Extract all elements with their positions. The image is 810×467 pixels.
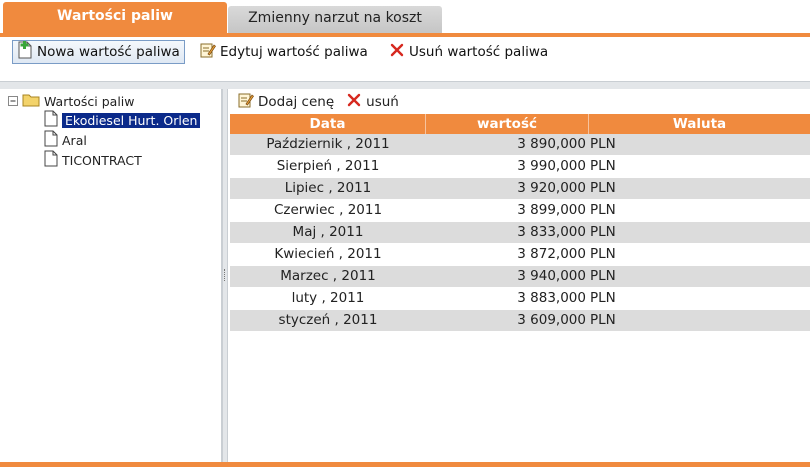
table-row[interactable]: Lipiec , 2011 3 920,000 PLN	[230, 178, 810, 199]
cell-currency: PLN	[590, 312, 616, 328]
delete-price-label: usuń	[366, 94, 399, 110]
cell-date: Kwiecień , 2011	[274, 246, 382, 262]
cell-currency: PLN	[590, 224, 616, 240]
new-fuel-value-label: Nowa wartość paliwa	[37, 44, 180, 60]
edit-fuel-value-button[interactable]: Edytuj wartość paliwa	[196, 40, 372, 64]
tree-root[interactable]: Wartości paliw	[8, 92, 135, 110]
fuel-prices-panel: Dodaj cenę usuń Data wartość Waluta Paźd…	[228, 89, 810, 462]
table-row[interactable]: Maj , 2011 3 833,000 PLN	[230, 222, 810, 243]
table-row[interactable]: Czerwiec , 2011 3 899,000 PLN	[230, 200, 810, 221]
cell-currency: PLN	[590, 246, 616, 262]
tab-variable-markup[interactable]: Zmienny narzut na koszt paliwa...	[228, 6, 442, 35]
table-row[interactable]: styczeń , 2011 3 609,000 PLN	[230, 310, 810, 331]
cell-date: Maj , 2011	[292, 224, 364, 240]
toolbar-divider	[0, 81, 810, 89]
cell-date: Lipiec , 2011	[284, 180, 372, 196]
cell-value: 3 990,000	[517, 158, 586, 174]
edit-icon	[238, 92, 254, 112]
document-icon	[44, 130, 58, 150]
cell-date: Marzec , 2011	[280, 268, 376, 284]
table-row[interactable]: Październik , 2011 3 890,000 PLN	[230, 134, 810, 155]
splitter-grip	[224, 269, 226, 281]
cell-value: 3 609,000	[517, 312, 586, 328]
add-price-button[interactable]: Dodaj cenę	[238, 92, 334, 112]
delete-price-button[interactable]: usuń	[346, 92, 399, 112]
tree-item-label: Ekodiesel Hurt. Orlen	[62, 112, 201, 128]
cell-date: Sierpień , 2011	[276, 158, 380, 174]
cell-value: 3 833,000	[517, 224, 586, 240]
tree-item-aral[interactable]: Aral	[44, 130, 87, 150]
edit-icon	[200, 42, 216, 62]
cell-date: Czerwiec , 2011	[273, 202, 383, 218]
cell-currency: PLN	[590, 290, 616, 306]
delete-x-icon	[346, 92, 362, 112]
cell-value: 3 872,000	[517, 246, 586, 262]
edit-fuel-value-label: Edytuj wartość paliwa	[220, 44, 368, 60]
delete-fuel-value-button[interactable]: Usuń wartość paliwa	[385, 40, 552, 64]
tree-item-label: Aral	[62, 132, 87, 148]
cell-date: styczeń , 2011	[278, 312, 378, 328]
cell-value: 3 940,000	[517, 268, 586, 284]
cell-value: 3 890,000	[517, 136, 586, 152]
cell-currency: PLN	[590, 180, 616, 196]
tree-item-ekodiesel[interactable]: Ekodiesel Hurt. Orlen	[44, 110, 201, 130]
cell-value: 3 883,000	[517, 290, 586, 306]
tab-bar: Wartości paliw Zmienny narzut na koszt p…	[0, 0, 810, 37]
grid-header: Data wartość Waluta	[230, 114, 810, 134]
document-icon	[44, 150, 58, 170]
cell-date: luty , 2011	[291, 290, 365, 306]
column-header-value[interactable]: wartość	[426, 114, 589, 134]
table-row[interactable]: Sierpień , 2011 3 990,000 PLN	[230, 156, 810, 177]
tree-item-ticontract[interactable]: TICONTRACT	[44, 150, 142, 170]
cell-value: 3 899,000	[517, 202, 586, 218]
folder-icon	[22, 93, 40, 110]
new-fuel-value-button[interactable]: Nowa wartość paliwa	[12, 40, 185, 64]
tab-fuel-values[interactable]: Wartości paliw	[3, 2, 227, 35]
document-icon	[44, 110, 58, 130]
collapse-toggle-icon[interactable]	[8, 94, 18, 109]
cell-currency: PLN	[590, 268, 616, 284]
table-row[interactable]: Kwiecień , 2011 3 872,000 PLN	[230, 244, 810, 265]
column-header-date[interactable]: Data	[230, 114, 426, 134]
table-row[interactable]: Marzec , 2011 3 940,000 PLN	[230, 266, 810, 287]
tree-item-label: TICONTRACT	[62, 152, 142, 168]
tree-root-label: Wartości paliw	[44, 93, 135, 109]
cell-currency: PLN	[590, 136, 616, 152]
cell-currency: PLN	[590, 202, 616, 218]
delete-x-icon	[389, 42, 405, 62]
cell-date: Październik , 2011	[266, 136, 390, 152]
main-toolbar: Nowa wartość paliwa Edytuj wartość paliw…	[0, 37, 810, 81]
add-price-label: Dodaj cenę	[258, 94, 335, 110]
fuel-tree-panel: Wartości paliw Ekodiesel Hurt. Orlen Ara…	[0, 89, 222, 462]
column-header-currency[interactable]: Waluta	[589, 114, 810, 134]
cell-value: 3 920,000	[517, 180, 586, 196]
bottom-accent-bar	[0, 462, 810, 467]
price-toolbar: Dodaj cenę usuń	[238, 92, 399, 112]
new-document-icon	[17, 41, 33, 63]
delete-fuel-value-label: Usuń wartość paliwa	[409, 44, 549, 60]
cell-currency: PLN	[590, 158, 616, 174]
table-row[interactable]: luty , 2011 3 883,000 PLN	[230, 288, 810, 309]
